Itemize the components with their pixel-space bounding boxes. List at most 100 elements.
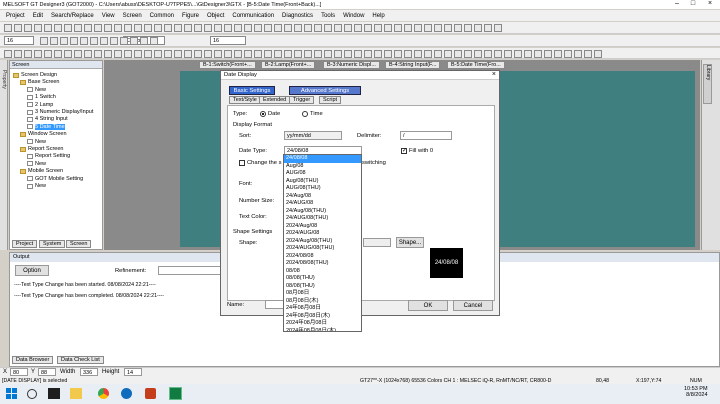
menu-window[interactable]: Window bbox=[339, 13, 368, 19]
tree-item[interactable]: Report Screen bbox=[20, 146, 63, 152]
toolbar-button[interactable] bbox=[594, 50, 602, 58]
tab-advanced-settings[interactable]: Advanced Settings bbox=[289, 86, 361, 95]
height-field[interactable]: 14 bbox=[124, 368, 142, 376]
shape-select[interactable] bbox=[363, 238, 391, 247]
name-input[interactable] bbox=[265, 300, 285, 309]
toolbar-button[interactable] bbox=[494, 50, 502, 58]
toolbar-button[interactable] bbox=[584, 50, 592, 58]
toolbar-button[interactable] bbox=[244, 24, 252, 32]
toolbar-button[interactable] bbox=[110, 37, 118, 45]
toolbar-button[interactable] bbox=[394, 24, 402, 32]
toolbar-button[interactable] bbox=[150, 37, 158, 45]
edge-icon[interactable] bbox=[121, 388, 132, 399]
date-type-option[interactable]: 2024/AUG/08 bbox=[284, 230, 361, 238]
tree-item[interactable]: 4 String Input bbox=[27, 116, 68, 122]
toolbar-button[interactable] bbox=[354, 50, 362, 58]
toolbar-button[interactable] bbox=[64, 50, 72, 58]
date-type-option[interactable]: 24/Aug/08(THU) bbox=[284, 208, 361, 216]
close-icon[interactable]: × bbox=[703, 0, 717, 7]
toolbar-button[interactable] bbox=[224, 50, 232, 58]
toolbar-button[interactable] bbox=[234, 50, 242, 58]
delimiter-select[interactable]: / bbox=[400, 131, 452, 140]
doc-tab-2[interactable]: B-3:Numeric Displ... bbox=[323, 61, 380, 69]
tree-item[interactable]: Report Setting bbox=[27, 153, 70, 159]
date-type-option[interactable]: 2024/Aug/08(THU) bbox=[284, 238, 361, 246]
toolbar-button[interactable] bbox=[64, 24, 72, 32]
toolbar-button[interactable] bbox=[354, 24, 362, 32]
date-type-option[interactable]: 2024/AUG/08(THU) bbox=[284, 245, 361, 253]
toolbar-button[interactable] bbox=[60, 37, 68, 45]
toolbar-button[interactable] bbox=[284, 24, 292, 32]
toolbar-button[interactable] bbox=[84, 24, 92, 32]
toolbar-button[interactable] bbox=[434, 24, 442, 32]
toolbar-button[interactable] bbox=[114, 24, 122, 32]
menu-search-replace[interactable]: Search/Replace bbox=[47, 13, 98, 19]
toolbar-button[interactable] bbox=[464, 50, 472, 58]
toolbar-button[interactable] bbox=[434, 50, 442, 58]
tree-item[interactable]: Screen Design bbox=[13, 72, 57, 78]
toolbar-button[interactable] bbox=[184, 50, 192, 58]
toolbar-button[interactable] bbox=[254, 50, 262, 58]
toolbar-button[interactable] bbox=[34, 24, 42, 32]
toolbar-button[interactable] bbox=[334, 24, 342, 32]
type-date-radio[interactable] bbox=[260, 111, 266, 117]
menu-figure[interactable]: Figure bbox=[178, 13, 203, 19]
toolbar-button[interactable] bbox=[514, 50, 522, 58]
dialog-subtab-1[interactable]: Extended bbox=[259, 96, 291, 104]
toolbar-button[interactable] bbox=[374, 24, 382, 32]
toolbar-button[interactable] bbox=[84, 50, 92, 58]
width-field[interactable]: 336 bbox=[80, 368, 98, 376]
toolbar-button[interactable] bbox=[444, 24, 452, 32]
toolbar-button[interactable] bbox=[144, 50, 152, 58]
library-side-tab[interactable]: Library bbox=[703, 64, 712, 104]
toolbar-button[interactable] bbox=[50, 37, 58, 45]
toolbar-button[interactable] bbox=[124, 24, 132, 32]
toolbar-button[interactable] bbox=[384, 24, 392, 32]
date-type-option[interactable]: Aug/08 bbox=[284, 163, 361, 171]
toolbar-button[interactable] bbox=[54, 24, 62, 32]
toolbar-button[interactable] bbox=[394, 50, 402, 58]
tree-item[interactable]: 2 Lamp bbox=[27, 102, 53, 108]
toolbar-button[interactable] bbox=[564, 50, 572, 58]
toolbar-button[interactable] bbox=[44, 24, 52, 32]
date-type-option[interactable]: 08/08 bbox=[284, 268, 361, 276]
tree-item[interactable]: Mobile Screen bbox=[20, 168, 63, 174]
toolbar-button[interactable] bbox=[114, 50, 122, 58]
toolbar-button[interactable] bbox=[144, 24, 152, 32]
toolbar-button[interactable] bbox=[364, 24, 372, 32]
toolbar-button[interactable] bbox=[524, 50, 532, 58]
toolbar-button[interactable] bbox=[344, 24, 352, 32]
dialog-subtab-3[interactable]: Script bbox=[319, 96, 342, 104]
toolbar-button[interactable] bbox=[324, 50, 332, 58]
toolbar-button[interactable] bbox=[264, 24, 272, 32]
menu-edit[interactable]: Edit bbox=[29, 13, 47, 19]
toolbar-button[interactable] bbox=[100, 37, 108, 45]
toolbar-button[interactable] bbox=[164, 24, 172, 32]
date-type-option[interactable]: 2024/08/08(THU) bbox=[284, 260, 361, 268]
toolbar-button[interactable] bbox=[134, 24, 142, 32]
doc-tab-0[interactable]: B-1:Switch(Front+... bbox=[199, 61, 256, 69]
date-type-option[interactable]: 08月08日 bbox=[284, 290, 361, 298]
date-type-option[interactable]: 24/08/08 bbox=[284, 155, 361, 163]
option-button[interactable]: Option bbox=[15, 265, 49, 276]
excel-icon[interactable] bbox=[169, 387, 182, 400]
toolbar-button[interactable] bbox=[364, 50, 372, 58]
menu-screen[interactable]: Screen bbox=[119, 13, 146, 19]
toolbar-button[interactable] bbox=[174, 24, 182, 32]
toolbar-button[interactable] bbox=[404, 24, 412, 32]
doc-tab-1[interactable]: B-2:Lamp(Front+... bbox=[261, 61, 316, 69]
panel-tab-2[interactable]: Screen bbox=[66, 240, 92, 248]
search-icon[interactable] bbox=[27, 389, 37, 399]
toolbar-button[interactable] bbox=[204, 24, 212, 32]
toolbar-button[interactable] bbox=[234, 24, 242, 32]
toolbar-button[interactable] bbox=[104, 50, 112, 58]
menu-object[interactable]: Object bbox=[203, 13, 228, 19]
toolbar-button[interactable] bbox=[104, 24, 112, 32]
toolbar-button[interactable] bbox=[544, 50, 552, 58]
menu-diagnostics[interactable]: Diagnostics bbox=[278, 13, 317, 19]
toolbar-button[interactable] bbox=[314, 24, 322, 32]
toolbar-button[interactable] bbox=[384, 50, 392, 58]
toolbar-button[interactable] bbox=[184, 24, 192, 32]
date-type-option[interactable]: Aug/08(THU) bbox=[284, 178, 361, 186]
toolbar-button[interactable] bbox=[164, 50, 172, 58]
